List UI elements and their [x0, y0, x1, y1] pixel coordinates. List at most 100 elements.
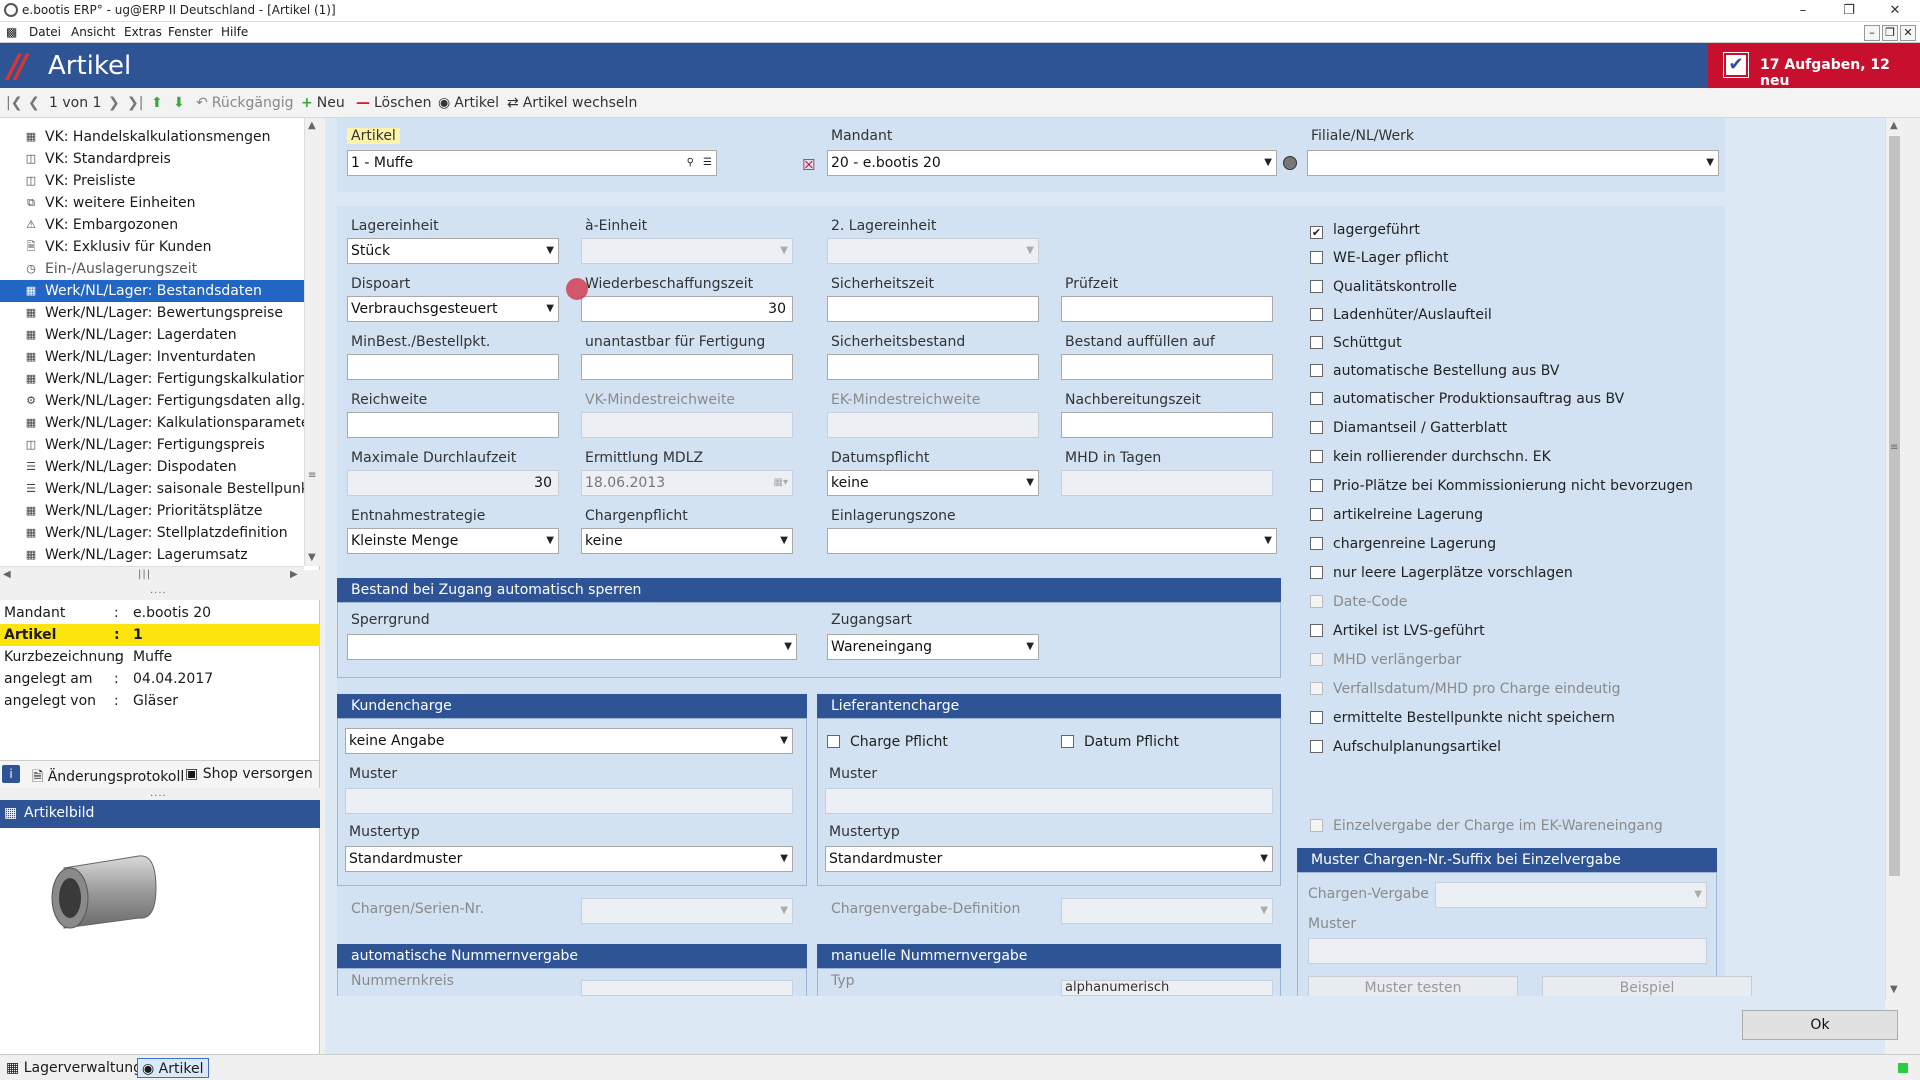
option-checkbox[interactable]: automatische Bestellung aus BV — [1310, 363, 1559, 379]
sicherheitszeit-field[interactable] — [827, 296, 1039, 322]
scroll-grip-icon[interactable]: ≡ — [1890, 442, 1899, 453]
changelog-tab[interactable]: 🗎 Änderungsprotokoll — [32, 766, 184, 790]
tree-item[interactable]: ⧉ VK: weitere Einheiten — [0, 192, 305, 214]
vk-mindest-field[interactable] — [581, 412, 793, 438]
option-checkbox[interactable]: chargenreine Lagerung — [1310, 536, 1496, 552]
article-button[interactable]: ◉ Artikel — [438, 95, 499, 111]
tree-item[interactable]: ◫ Werk/NL/Lager: Fertigungspreis — [0, 434, 305, 456]
artikel-field[interactable]: 1 - Muffe ⚲ ☰ — [347, 150, 717, 176]
option-checkbox[interactable]: WE-Lager pflicht — [1310, 250, 1448, 266]
chargen-vergabe-select[interactable]: ▼ — [1435, 882, 1707, 908]
scroll-up-icon[interactable]: ▲ — [1890, 120, 1899, 131]
unantastbar-field[interactable] — [581, 354, 793, 380]
sperrgrund-select[interactable]: ▼ — [347, 634, 797, 660]
calendar-icon[interactable]: ▦▾ — [774, 471, 788, 495]
wbz-field[interactable]: 30 — [581, 296, 793, 322]
kunden-mustertyp-select[interactable]: Standardmuster ▼ — [345, 846, 793, 872]
scroll-up-icon[interactable]: ▲ — [308, 120, 317, 131]
dispoart-select[interactable]: Verbrauchsgesteuert ▼ — [347, 296, 559, 322]
maximize-button[interactable]: ❐ — [1826, 0, 1872, 22]
tree-item[interactable]: ◫ VK: Standardpreis — [0, 148, 305, 170]
scroll-left-icon[interactable]: ◀ — [3, 569, 12, 580]
max-dlz-field[interactable]: 30 — [347, 470, 559, 496]
option-checkbox[interactable]: artikelreine Lagerung — [1310, 507, 1483, 523]
chargenpflicht-select[interactable]: keine ▼ — [581, 528, 793, 554]
previous-record-icon[interactable]: ❮ — [28, 95, 40, 111]
tree-item[interactable]: 🗎 VK: Exklusiv für Kunden — [0, 236, 305, 258]
option-checkbox[interactable]: Date-Code — [1310, 594, 1407, 610]
menu-fenster[interactable]: Fenster — [168, 25, 213, 39]
scroll-grip-icon[interactable]: ≡ — [308, 470, 317, 481]
option-checkbox[interactable]: nur leere Lagerplätze vorschlagen — [1310, 565, 1573, 581]
switch-article-button[interactable]: ⇄ Artikel wechseln — [507, 95, 637, 111]
datumspflicht-select[interactable]: keine ▼ — [827, 470, 1039, 496]
shop-tab[interactable]: ▣ Shop versorgen — [185, 766, 313, 782]
option-checkbox[interactable]: automatischer Produktionsauftrag aus BV — [1310, 391, 1624, 407]
menu-datei[interactable]: Datei — [29, 25, 61, 39]
suffix-muster-field[interactable] — [1308, 938, 1707, 964]
tree-vertical-scrollbar[interactable]: ▲ ≡ ▼ — [304, 118, 320, 566]
tree-item[interactable]: ⚠ VK: Embargozonen — [0, 214, 305, 236]
typ-select[interactable]: alphanumerisch — [1061, 980, 1273, 996]
app-menu-icon[interactable]: ▩ — [6, 25, 17, 39]
lief-muster-field[interactable] — [825, 788, 1273, 814]
option-checkbox[interactable]: kein rollierender durchschn. EK — [1310, 449, 1551, 465]
tree-item[interactable]: ▦ Werk/NL/Lager: Stellplatzdefinition — [0, 522, 305, 544]
sicherheitsbestand-field[interactable] — [827, 354, 1039, 380]
mdi-restore-button[interactable]: ❐ — [1882, 25, 1898, 41]
undo-button[interactable]: ↶ Rückgängig — [196, 95, 294, 111]
chargen-serien-select[interactable]: ▼ — [581, 898, 793, 924]
option-checkbox[interactable]: Prio-Plätze bei Kommissionierung nicht b… — [1310, 478, 1693, 494]
tree-item[interactable]: ◷ Ein-/Auslagerungszeit — [0, 258, 305, 280]
chargenvergabe-def-select[interactable]: ▼ — [1061, 898, 1273, 924]
menu-ansicht[interactable]: Ansicht — [71, 25, 115, 39]
move-down-icon[interactable]: ⬇ — [173, 95, 185, 111]
splitter-grip-icon[interactable]: .... — [150, 585, 167, 596]
status-tab-artikel[interactable]: ◉ Artikel — [137, 1058, 209, 1078]
scroll-grip-icon[interactable]: ||| — [138, 569, 151, 580]
mdlz-date-field[interactable]: 18.06.2013 ▦▾ — [581, 470, 793, 496]
einlagerungszone-select[interactable]: ▼ — [827, 528, 1277, 554]
reichweite-field[interactable] — [347, 412, 559, 438]
mhd-field[interactable] — [1061, 470, 1273, 496]
option-checkbox[interactable]: ermittelte Bestellpunkte nicht speichern — [1310, 710, 1615, 726]
mdi-close-button[interactable]: ✕ — [1900, 25, 1916, 41]
tree-item[interactable]: ⚙ Werk/NL/Lager: Fertigungsdaten allg. — [0, 390, 305, 412]
scroll-down-icon[interactable]: ▼ — [1890, 984, 1899, 995]
tree-horizontal-scrollbar[interactable]: ◀ ||| ▶ — [0, 566, 304, 584]
bestand-auffuellen-field[interactable] — [1061, 354, 1273, 380]
zugangsart-select[interactable]: Wareneingang ▼ — [827, 634, 1039, 660]
delete-button[interactable]: — Löschen — [356, 95, 431, 111]
menu-extras[interactable]: Extras — [124, 25, 162, 39]
tree-item[interactable]: ▦ Werk/NL/Lager: Lagerumsatz — [0, 544, 305, 566]
datum-pflicht-checkbox[interactable]: Datum Pflicht — [1061, 734, 1179, 750]
status-tab-lagerverwaltung[interactable]: ▦ Lagerverwaltung — [2, 1058, 146, 1078]
tree-item[interactable]: ☰ Werk/NL/Lager: saisonale Bestellpunkte — [0, 478, 305, 500]
option-checkbox[interactable]: Artikel ist LVS-geführt — [1310, 623, 1485, 639]
first-record-icon[interactable]: |❮ — [6, 95, 22, 111]
mdi-minimize-button[interactable]: – — [1864, 25, 1880, 41]
tree-item[interactable]: ▦ VK: Handelskalkulationsmengen — [0, 126, 305, 148]
tasks-button[interactable]: ✔ 17 Aufgaben, 12 neu — [1708, 43, 1920, 89]
pruefzeit-field[interactable] — [1061, 296, 1273, 322]
tree-item[interactable]: ▦ Werk/NL/Lager: Kalkulationsparameter — [0, 412, 305, 434]
mandant-select[interactable]: 20 - e.bootis 20 ▼ — [827, 150, 1277, 176]
tree-item[interactable]: ▦ Werk/NL/Lager: Lagerdaten — [0, 324, 305, 346]
lagereinheit2-select[interactable]: ▼ — [827, 238, 1039, 264]
last-record-icon[interactable]: ❯| — [127, 95, 143, 111]
tree-item[interactable]: ▦ Werk/NL/Lager: Fertigungskalkulation — [0, 368, 305, 390]
tree-item[interactable]: ☰ Werk/NL/Lager: Dispodaten — [0, 456, 305, 478]
option-checkbox[interactable]: Aufschulplanungsartikel — [1310, 739, 1501, 755]
option-checkbox[interactable]: Schüttgut — [1310, 335, 1402, 351]
splitter-grip-icon[interactable]: .... — [150, 788, 167, 799]
new-button[interactable]: + Neu — [301, 95, 345, 111]
tree-item[interactable]: ▦ Werk/NL/Lager: Bewertungspreise — [0, 302, 305, 324]
option-checkbox[interactable]: Ladenhüter/Auslaufteil — [1310, 307, 1492, 323]
entnahme-select[interactable]: Kleinste Menge ▼ — [347, 528, 559, 554]
info-icon[interactable]: i — [2, 765, 20, 783]
tree-item-selected[interactable]: ▦ Werk/NL/Lager: Bestandsdaten — [0, 280, 305, 302]
ek-mindest-field[interactable] — [827, 412, 1039, 438]
clear-icon[interactable]: ☒ — [802, 156, 815, 174]
option-checkbox[interactable]: MHD verlängerbar — [1310, 652, 1461, 668]
scroll-thumb[interactable] — [1889, 136, 1900, 876]
